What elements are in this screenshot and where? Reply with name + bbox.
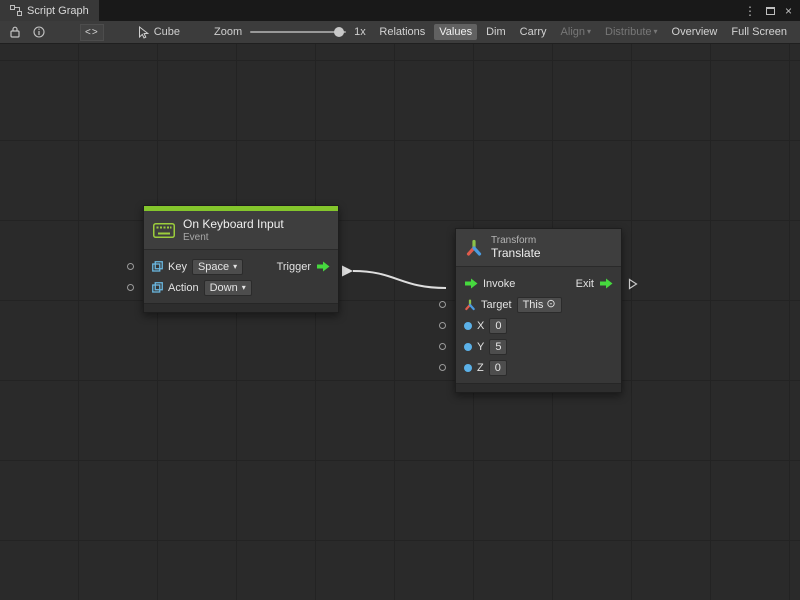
maximize-icon[interactable] bbox=[766, 7, 775, 15]
connection-arrow bbox=[342, 266, 353, 277]
target-object-field[interactable]: This ⊙ bbox=[517, 297, 562, 313]
graph-canvas[interactable]: On Keyboard Input Event Key Space ▾ bbox=[0, 44, 800, 600]
distribute-button[interactable]: Distribute ▾ bbox=[600, 24, 662, 40]
enum-type-icon bbox=[152, 282, 163, 293]
trigger-label: Trigger bbox=[277, 261, 311, 273]
transform-icon bbox=[465, 239, 483, 257]
trigger-output-port[interactable] bbox=[316, 261, 330, 272]
zoom-value: 1x bbox=[354, 26, 366, 38]
exit-label: Exit bbox=[576, 278, 594, 290]
key-value: Space bbox=[198, 261, 229, 273]
wire-layer bbox=[0, 44, 800, 600]
values-button[interactable]: Values bbox=[434, 24, 477, 40]
relations-button[interactable]: Relations bbox=[374, 24, 430, 40]
action-label: Action bbox=[168, 282, 199, 294]
x-value-field[interactable]: 0 bbox=[489, 318, 507, 334]
target-value: This bbox=[523, 299, 544, 311]
keyboard-icon bbox=[153, 223, 175, 238]
invoke-row: Invoke Exit bbox=[456, 273, 621, 294]
float-type-icon bbox=[464, 364, 472, 372]
unconnected-flow-arrow-icon bbox=[628, 278, 638, 290]
node-title: On Keyboard Input bbox=[183, 217, 284, 231]
action-input-port[interactable] bbox=[127, 284, 134, 291]
y-input-port[interactable] bbox=[439, 343, 446, 350]
tab-script-graph[interactable]: Script Graph bbox=[0, 0, 99, 21]
x-row: X 0 bbox=[456, 315, 621, 336]
z-row: Z 0 bbox=[456, 357, 621, 378]
x-input-port[interactable] bbox=[439, 322, 446, 329]
tab-label: Script Graph bbox=[27, 5, 89, 17]
target-input-port[interactable] bbox=[439, 301, 446, 308]
target-name-label: Cube bbox=[154, 26, 180, 38]
node-category: Transform bbox=[491, 235, 541, 246]
zoom-label: Zoom bbox=[214, 26, 242, 38]
enum-type-icon bbox=[152, 261, 163, 272]
action-value: Down bbox=[210, 282, 238, 294]
object-picker-icon: ⊙ bbox=[546, 299, 555, 310]
distribute-label: Distribute bbox=[605, 26, 651, 38]
node-subtitle: Event bbox=[183, 232, 284, 243]
zoom-slider-track bbox=[250, 31, 346, 33]
key-input-port[interactable] bbox=[127, 263, 134, 270]
zoom-control: Zoom 1x bbox=[214, 25, 366, 39]
close-icon[interactable]: × bbox=[785, 5, 792, 17]
chevron-down-icon: ▾ bbox=[654, 28, 658, 36]
chevron-down-icon: ▾ bbox=[233, 263, 237, 271]
exit-output-port[interactable] bbox=[599, 278, 613, 289]
action-row: Action Down ▾ bbox=[144, 277, 338, 298]
y-row: Y 5 bbox=[456, 336, 621, 357]
node-transform-translate[interactable]: Transform Translate Invoke Exit bbox=[455, 228, 622, 393]
cursor-icon bbox=[138, 26, 149, 39]
graph-target[interactable]: Cube bbox=[138, 26, 180, 39]
script-graph-window: Script Graph ⋮ × <> Cube bbox=[0, 0, 800, 600]
node-footer bbox=[144, 303, 338, 312]
align-label: Align bbox=[561, 26, 585, 38]
float-type-icon bbox=[464, 343, 472, 351]
transform-type-icon bbox=[464, 299, 476, 311]
key-dropdown[interactable]: Space ▾ bbox=[192, 259, 243, 275]
y-label: Y bbox=[477, 341, 484, 353]
node-footer bbox=[456, 383, 621, 392]
chevron-down-icon: ▾ bbox=[242, 284, 246, 292]
menu-dots-icon[interactable]: ⋮ bbox=[744, 5, 756, 17]
target-label: Target bbox=[481, 299, 512, 311]
titlebar: Script Graph ⋮ × bbox=[0, 0, 800, 21]
node-on-keyboard-input[interactable]: On Keyboard Input Event Key Space ▾ bbox=[143, 205, 339, 313]
action-dropdown[interactable]: Down ▾ bbox=[204, 280, 252, 296]
carry-button[interactable]: Carry bbox=[515, 24, 552, 40]
z-input-port[interactable] bbox=[439, 364, 446, 371]
toolbar-buttons: Relations Values Dim Carry Align ▾ Distr… bbox=[374, 24, 794, 40]
invoke-input-port[interactable] bbox=[464, 278, 478, 289]
dim-button[interactable]: Dim bbox=[481, 24, 511, 40]
overview-button[interactable]: Overview bbox=[667, 24, 723, 40]
connection-wire[interactable] bbox=[353, 271, 446, 288]
key-label: Key bbox=[168, 261, 187, 273]
key-row: Key Space ▾ Trigger bbox=[144, 256, 338, 277]
node-body: Invoke Exit bbox=[456, 267, 621, 383]
node-title: Translate bbox=[491, 246, 541, 260]
y-value-field[interactable]: 5 bbox=[489, 339, 507, 355]
target-row: Target This ⊙ bbox=[456, 294, 621, 315]
zoom-slider-handle[interactable] bbox=[334, 27, 344, 37]
info-icon[interactable] bbox=[30, 24, 48, 41]
x-label: X bbox=[477, 320, 484, 332]
code-view-toggle[interactable]: <> bbox=[80, 24, 104, 41]
zoom-slider[interactable] bbox=[250, 25, 346, 39]
graph-icon bbox=[10, 5, 22, 16]
node-header: On Keyboard Input Event bbox=[144, 211, 338, 250]
node-body: Key Space ▾ Trigger bbox=[144, 250, 338, 303]
window-controls: ⋮ × bbox=[744, 0, 800, 21]
lock-icon[interactable] bbox=[6, 24, 24, 41]
chevron-down-icon: ▾ bbox=[587, 28, 591, 36]
z-value-field[interactable]: 0 bbox=[489, 360, 507, 376]
fullscreen-button[interactable]: Full Screen bbox=[726, 24, 792, 40]
invoke-label: Invoke bbox=[483, 278, 515, 290]
node-header: Transform Translate bbox=[456, 229, 621, 267]
graph-toolbar: <> Cube Zoom 1x Relations Values Dim Car… bbox=[0, 21, 800, 44]
float-type-icon bbox=[464, 322, 472, 330]
align-button[interactable]: Align ▾ bbox=[556, 24, 596, 40]
z-label: Z bbox=[477, 362, 484, 374]
